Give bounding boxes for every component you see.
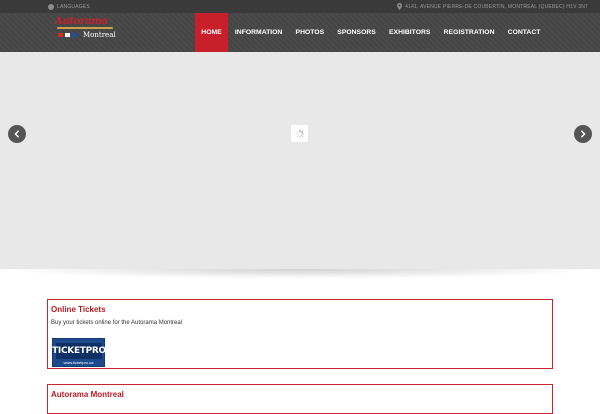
nav-item-photos[interactable]: PHOTOS bbox=[289, 13, 331, 52]
nav-item-registration[interactable]: REGISTRATION bbox=[437, 13, 501, 52]
top-bar: LANGUAGES 4141, AVENUE PIERRE-DE COUBERT… bbox=[0, 0, 600, 13]
ticketpro-url: www.ticketpro.ca bbox=[63, 360, 94, 365]
logo-brand: Autorama bbox=[55, 16, 108, 27]
logo-flags bbox=[58, 33, 77, 37]
flag-icon bbox=[65, 33, 70, 37]
globe-icon bbox=[48, 3, 54, 10]
hero-slider bbox=[0, 52, 600, 269]
slider-prev-button[interactable] bbox=[8, 125, 26, 143]
nav-item-sponsors[interactable]: SPONSORS bbox=[331, 13, 383, 52]
logo-city: Montreal bbox=[83, 31, 116, 39]
nav-item-home[interactable]: HOME bbox=[194, 13, 229, 52]
slider-shadow bbox=[0, 269, 600, 279]
chevron-right-icon bbox=[581, 130, 586, 138]
site-logo[interactable]: Autorama Montreal bbox=[55, 16, 117, 46]
chevron-left-icon bbox=[14, 130, 19, 138]
autorama-montreal-box: Autorama Montreal bbox=[47, 384, 553, 414]
nav-item-contact[interactable]: CONTACT bbox=[501, 13, 547, 52]
nav-item-information[interactable]: INFORMATION bbox=[228, 13, 289, 52]
loading-spinner-icon bbox=[295, 129, 304, 138]
address-text: 4141, AVENUE PIERRE-DE COUBERTIN, MONTRE… bbox=[405, 3, 588, 10]
language-selector[interactable]: LANGUAGES bbox=[48, 0, 90, 13]
flag-icon bbox=[72, 33, 77, 37]
online-tickets-box: Online Tickets Buy your tickets online f… bbox=[47, 299, 553, 369]
slider-loader bbox=[291, 125, 308, 142]
autorama-montreal-title: Autorama Montreal bbox=[51, 390, 124, 399]
flag-icon bbox=[58, 33, 63, 37]
nav-item-exhibitors[interactable]: EXHIBITORS bbox=[382, 13, 437, 52]
online-tickets-text: Buy your tickets online for the Autorama… bbox=[51, 320, 183, 326]
main-nav: HOME INFORMATION PHOTOS SPONSORS EXHIBIT… bbox=[194, 13, 547, 52]
slider-next-button[interactable] bbox=[574, 125, 592, 143]
logo-swoosh bbox=[57, 27, 113, 29]
online-tickets-title: Online Tickets bbox=[51, 305, 106, 314]
address: 4141, AVENUE PIERRE-DE COUBERTIN, MONTRE… bbox=[397, 0, 588, 13]
ticketpro-logo-link[interactable]: TICKETPRO www.ticketpro.ca bbox=[52, 338, 106, 367]
map-pin-icon bbox=[397, 3, 403, 10]
ticketpro-logo: TICKETPRO bbox=[52, 343, 106, 359]
language-label: LANGUAGES bbox=[57, 3, 90, 10]
